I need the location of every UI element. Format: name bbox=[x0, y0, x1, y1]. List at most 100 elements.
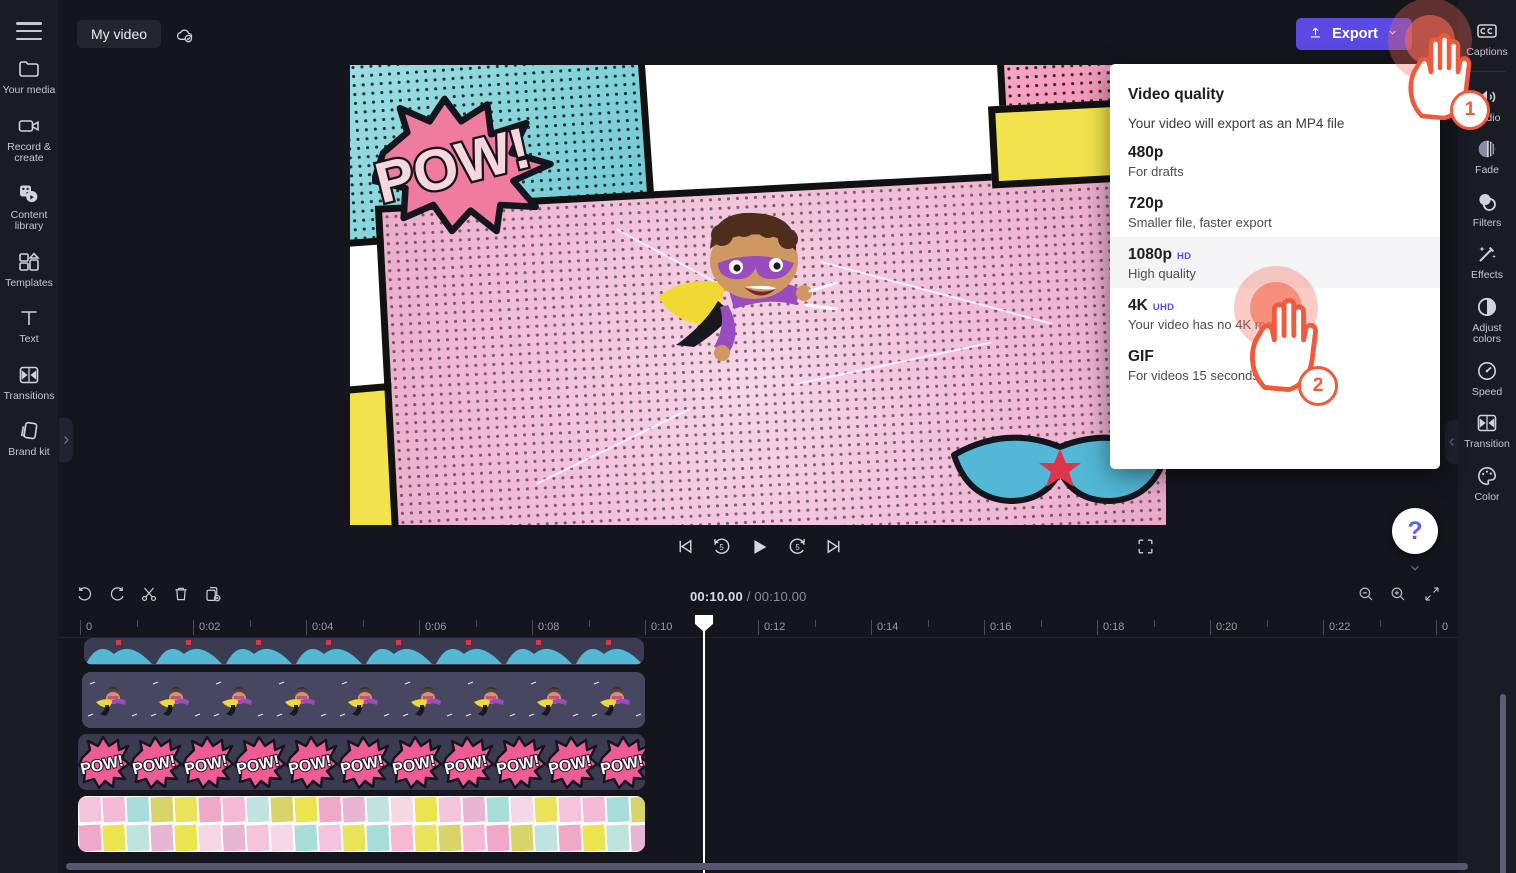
clip-thumbnail bbox=[294, 638, 364, 665]
clip-thumbnail bbox=[78, 796, 126, 852]
quality-desc: Your video has no 4K media bbox=[1128, 317, 1291, 332]
play-button[interactable] bbox=[742, 532, 776, 566]
timeline-clip-mask-overlay[interactable] bbox=[84, 638, 644, 665]
scissors-icon bbox=[140, 585, 158, 608]
time-separator: / bbox=[746, 589, 751, 604]
sidebar-item-brand-kit[interactable]: Brand kit bbox=[0, 418, 58, 459]
sidebar-item-effects[interactable]: Effects bbox=[1458, 241, 1516, 282]
play-icon bbox=[748, 536, 770, 563]
help-button[interactable]: ? bbox=[1392, 508, 1438, 554]
timeline-tracks: POW! POW! POW! POW! POW! POW! POW! POW! … bbox=[58, 638, 1516, 861]
svg-text:5: 5 bbox=[795, 543, 800, 552]
right-panel-collapse-handle[interactable] bbox=[1445, 420, 1458, 464]
quality-option-720p[interactable]: 720p Smaller file, faster export bbox=[1110, 186, 1440, 237]
quality-desc: For videos 15 seconds or less bbox=[1128, 368, 1301, 383]
rewind-5-button[interactable]: 5 bbox=[704, 532, 738, 566]
sidebar-item-fade[interactable]: Fade bbox=[1458, 136, 1516, 177]
speaker-volume-icon bbox=[1474, 84, 1500, 110]
duplicate-button[interactable] bbox=[199, 582, 227, 610]
undo-button[interactable] bbox=[71, 582, 99, 610]
skip-to-start-icon bbox=[675, 536, 696, 562]
sidebar-item-text[interactable]: Text bbox=[0, 305, 58, 346]
clip-thumbnail bbox=[558, 796, 606, 852]
left-panel-expand-handle[interactable] bbox=[59, 418, 73, 462]
timeline-clip-background[interactable] bbox=[78, 796, 645, 852]
skip-to-start-button[interactable] bbox=[668, 532, 702, 566]
clip-thumbnail: POW! bbox=[441, 734, 495, 790]
clip-thumbnail bbox=[460, 672, 523, 728]
fullscreen-button[interactable] bbox=[1128, 532, 1162, 566]
timeline-vertical-scrollbar[interactable] bbox=[1500, 694, 1506, 873]
zoom-out-button[interactable] bbox=[1352, 582, 1380, 610]
quality-option-4k[interactable]: 4K UHD Your video has no 4K media bbox=[1110, 288, 1440, 339]
sidebar-item-your-media[interactable]: Your media bbox=[0, 56, 58, 97]
quality-name: GIF bbox=[1128, 348, 1154, 365]
zoom-in-icon bbox=[1389, 585, 1407, 608]
sidebar-item-transitions[interactable]: Transitions bbox=[0, 362, 58, 403]
sidebar-label: Record & create bbox=[7, 140, 51, 164]
hamburger-menu-icon[interactable] bbox=[16, 22, 42, 40]
redo-button[interactable] bbox=[103, 582, 131, 610]
clip-thumbnail: POW! bbox=[233, 734, 287, 790]
clip-thumbnail: POW! bbox=[78, 734, 131, 790]
quality-desc: For drafts bbox=[1128, 164, 1184, 179]
playhead[interactable] bbox=[695, 615, 713, 873]
clip-thumbnail bbox=[84, 638, 154, 665]
sidebar-item-filters[interactable]: Filters bbox=[1458, 189, 1516, 230]
clip-thumbnail bbox=[510, 796, 558, 852]
text-t-icon bbox=[16, 305, 42, 331]
timeline-clip-hero[interactable] bbox=[82, 672, 645, 728]
clip-thumbnail: POW! bbox=[493, 734, 547, 790]
sidebar-label: Content library bbox=[10, 208, 48, 232]
quality-desc: High quality bbox=[1128, 266, 1196, 281]
timeline-ruler[interactable]: 0 0:02 0:04 0:06 0:08 0:10 0:12 0:14 0:1… bbox=[58, 616, 1516, 638]
clip-thumbnail bbox=[366, 796, 414, 852]
sidebar-item-audio[interactable]: Audio bbox=[1458, 84, 1516, 125]
sidebar-label: Transitions bbox=[3, 389, 55, 402]
split-button[interactable] bbox=[135, 582, 163, 610]
ruler-tick: 0:22 bbox=[1323, 620, 1350, 635]
ruler-tick: 0:04 bbox=[306, 620, 333, 635]
current-time: 00:10.00 bbox=[690, 589, 743, 604]
quality-option-1080p[interactable]: 1080p HD High quality bbox=[1110, 237, 1440, 288]
export-button[interactable]: Export bbox=[1296, 18, 1412, 50]
skip-to-end-button[interactable] bbox=[816, 532, 850, 566]
sidebar-item-record-create[interactable]: Record & create bbox=[0, 113, 58, 165]
sidebar-item-content-library[interactable]: Content library bbox=[0, 181, 58, 233]
ruler-tick: 0:06 bbox=[419, 620, 446, 635]
sidebar-label: Filters bbox=[1472, 216, 1502, 229]
fit-to-screen-button[interactable] bbox=[1418, 582, 1446, 610]
menu-title: Video quality bbox=[1128, 86, 1225, 103]
sidebar-label: Fade bbox=[1475, 164, 1499, 176]
effects-wand-icon bbox=[1474, 241, 1500, 267]
sidebar-item-color[interactable]: Color bbox=[1458, 463, 1516, 504]
sidebar-item-adjust-colors[interactable]: Adjust colors bbox=[1458, 294, 1516, 346]
question-mark-icon: ? bbox=[1407, 516, 1423, 545]
timeline-horizontal-scrollbar[interactable] bbox=[66, 863, 1468, 870]
sidebar-label: Speed bbox=[1471, 385, 1503, 398]
project-title[interactable]: My video bbox=[77, 20, 162, 48]
fit-to-screen-icon bbox=[1423, 585, 1441, 608]
sidebar-item-captions[interactable]: Captions bbox=[1458, 18, 1516, 59]
redo-arrow-icon bbox=[108, 585, 126, 608]
brand-kit-icon bbox=[16, 418, 42, 444]
delete-button[interactable] bbox=[167, 582, 195, 610]
quality-option-480p[interactable]: 480p For drafts bbox=[1110, 135, 1440, 186]
pow-graphic: POW! bbox=[367, 95, 558, 235]
forward-5-button[interactable]: 5 bbox=[780, 532, 814, 566]
video-preview-canvas[interactable]: POW! bbox=[350, 65, 1166, 525]
timeline-collapse-button[interactable] bbox=[1402, 558, 1428, 578]
zoom-in-button[interactable] bbox=[1384, 582, 1412, 610]
clip-thumbnail: POW! bbox=[389, 734, 443, 790]
clip-thumbnail bbox=[414, 796, 462, 852]
quality-option-gif[interactable]: GIF For videos 15 seconds or less bbox=[1110, 339, 1440, 390]
quality-name: 1080p bbox=[1128, 246, 1172, 263]
sidebar-item-transition[interactable]: Transition bbox=[1458, 410, 1516, 451]
clip-thumbnail bbox=[271, 672, 334, 728]
clip-thumbnail bbox=[222, 796, 270, 852]
sidebar-label: Audio bbox=[1473, 111, 1501, 124]
sidebar-item-templates[interactable]: Templates bbox=[0, 249, 58, 290]
timeline-clip-pow[interactable]: POW! POW! POW! POW! POW! POW! POW! POW! … bbox=[78, 734, 645, 790]
sidebar-item-speed[interactable]: Speed bbox=[1458, 358, 1516, 399]
time-display: 00:10.00 / 00:10.00 bbox=[690, 589, 807, 604]
